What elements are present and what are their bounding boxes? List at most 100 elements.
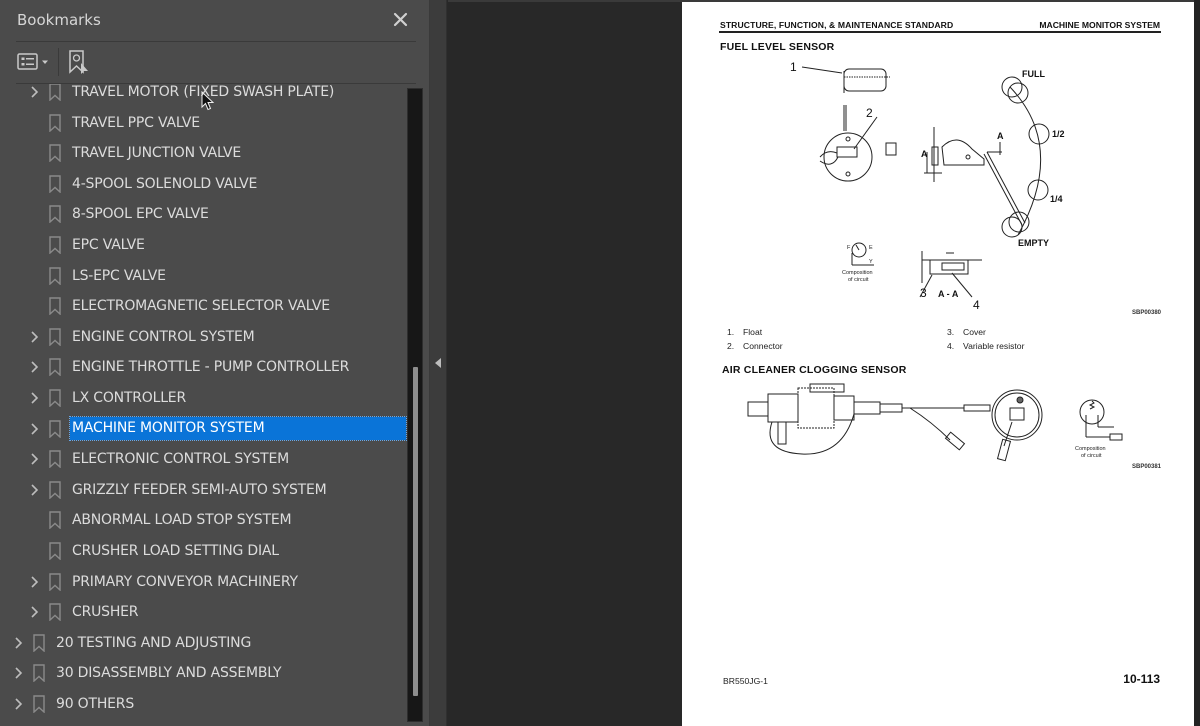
bookmarks-scrollbar[interactable] [407, 88, 423, 722]
circuit-caption: Composition [1075, 446, 1106, 452]
bookmark-item[interactable]: PRIMARY CONVEYOR MACHINERY [0, 568, 407, 596]
bookmarks-toolbar [0, 42, 430, 111]
document-view: STRUCTURE, FUNCTION, & MAINTENANCE STAND… [448, 0, 1200, 726]
bookmark-icon [33, 664, 45, 683]
bookmark-label: 90 OTHERS [56, 696, 135, 712]
bookmark-item[interactable]: EPC VALVE [0, 231, 407, 259]
chevron-right-icon[interactable] [30, 85, 40, 99]
callout-4: 4 [973, 298, 980, 312]
bookmark-label: PRIMARY CONVEYOR MACHINERY [72, 573, 298, 590]
bookmark-item[interactable]: 20 TESTING AND ADJUSTING [0, 629, 407, 657]
bookmark-label: LX CONTROLLER [72, 390, 186, 406]
bookmark-label: 20 TESTING AND ADJUSTING [56, 634, 252, 651]
bookmark-item[interactable]: ENGINE CONTROL SYSTEM [0, 323, 407, 351]
bookmark-item[interactable]: LX CONTROLLER [0, 384, 407, 412]
bookmark-item[interactable]: TRAVEL PPC VALVE [0, 109, 407, 137]
bookmark-icon [33, 634, 45, 652]
callout-2: 2 [866, 106, 873, 120]
page-number: 10-113 [1123, 672, 1160, 686]
circuit-caption: of circuit [1081, 453, 1102, 459]
bookmark-item[interactable]: ABNORMAL LOAD STOP SYSTEM [0, 506, 407, 534]
bookmark-label: 4-SPOOL SOLENOLD VALVE [72, 175, 258, 192]
bookmark-item[interactable]: MACHINE MONITOR SYSTEM [0, 415, 407, 443]
options-menu-button[interactable] [17, 51, 51, 73]
bookmark-item[interactable]: ELECTROMAGNETIC SELECTOR VALVE [0, 292, 407, 320]
chevron-right-icon[interactable] [30, 605, 40, 619]
legend-text: Connector [743, 341, 783, 351]
bookmark-icon [49, 450, 61, 469]
bookmark-label: CRUSHER LOAD SETTING DIAL [72, 543, 279, 559]
bookmark-icon [49, 481, 61, 499]
bookmark-item[interactable]: 4-SPOOL SOLENOLD VALVE [0, 170, 407, 198]
bookmark-item[interactable]: CRUSHER [0, 598, 407, 626]
bookmark-label: ENGINE CONTROL SYSTEM [72, 328, 255, 345]
pdf-viewer: Bookmarks TRAVEL MOTOR (FIXED SWASH PLAT… [0, 0, 1200, 726]
bookmark-label: ABNORMAL LOAD STOP SYSTEM [72, 512, 292, 529]
bookmark-label: ELECTROMAGNETIC SELECTOR VALVE [72, 298, 330, 315]
fuel-level-sensor-diagram: 1 2 3 4 A A FULL 1/2 1/4 EMPTY A - A F E [790, 60, 1065, 312]
chevron-right-icon[interactable] [14, 697, 24, 711]
section-mark: A [921, 149, 928, 159]
figure-code: SBP00380 [1132, 310, 1162, 316]
bookmark-label: 30 DISASSEMBLY AND ASSEMBLY [56, 665, 282, 682]
page-header-right: MACHINE MONITOR SYSTEM [1039, 20, 1160, 30]
bookmark-item[interactable]: TRAVEL JUNCTION VALVE [0, 139, 407, 167]
bookmark-item[interactable]: ENGINE THROTTLE - PUMP CONTROLLER [0, 353, 407, 381]
bookmark-icon [49, 205, 61, 224]
gauge-label-quarter: 1/4 [1050, 194, 1063, 204]
bookmark-icon [49, 572, 61, 591]
chevron-right-icon[interactable] [30, 575, 40, 589]
chevron-right-icon[interactable] [30, 391, 40, 405]
legend-num: 2. [727, 341, 735, 351]
bookmark-icon [49, 266, 61, 285]
find-current-bookmark-button[interactable] [68, 49, 90, 75]
bookmark-item[interactable]: ELECTRONIC CONTROL SYSTEM [0, 445, 407, 473]
bookmarks-panel: Bookmarks TRAVEL MOTOR (FIXED SWASH PLAT… [0, 0, 430, 726]
bookmark-item[interactable]: CRUSHER LOAD SETTING DIAL [0, 537, 407, 565]
section-title-air-cleaner-clogging-sensor: AIR CLEANER CLOGGING SENSOR [722, 364, 907, 376]
chevron-right-icon[interactable] [30, 422, 40, 436]
callout-1: 1 [790, 60, 797, 74]
bookmark-item[interactable]: TRAVEL MOTOR (FIXED SWASH PLATE) [0, 84, 407, 106]
document-scrollbar-edge [1194, 0, 1200, 726]
circuit-caption: of circuit [848, 277, 869, 283]
page-header-left: STRUCTURE, FUNCTION, & MAINTENANCE STAND… [720, 20, 954, 30]
chevron-right-icon[interactable] [30, 452, 40, 466]
bookmark-item[interactable]: 90 OTHERS [0, 690, 407, 718]
panel-title: Bookmarks [17, 11, 101, 29]
bookmark-icon [49, 297, 61, 316]
section-title-fuel-level-sensor: FUEL LEVEL SENSOR [720, 41, 835, 53]
legend-item: 3. Cover [947, 327, 986, 337]
bookmark-item[interactable]: 8-SPOOL EPC VALVE [0, 200, 407, 228]
bookmark-icon [49, 328, 61, 346]
bookmark-tree: TRAVEL MOTOR (FIXED SWASH PLATE) TRAVEL P… [0, 84, 407, 726]
list-options-icon [17, 53, 48, 70]
callout-3: 3 [920, 286, 927, 300]
bookmark-item[interactable]: GRIZZLY FEEDER SEMI-AUTO SYSTEM [0, 476, 407, 504]
bookmarks-header: Bookmarks [0, 0, 430, 42]
bookmark-icon [49, 389, 61, 407]
scrollbar-thumb[interactable] [413, 367, 418, 696]
page-footer-model: BR550JG-1 [723, 676, 768, 686]
legend-text: Float [743, 327, 763, 337]
close-panel-button[interactable] [390, 9, 412, 31]
chevron-right-icon[interactable] [30, 360, 40, 374]
bookmark-label: ENGINE THROTTLE - PUMP CONTROLLER [72, 359, 350, 376]
panel-splitter[interactable] [430, 0, 447, 726]
chevron-right-icon[interactable] [14, 666, 24, 680]
bookmark-item[interactable]: LS-EPC VALVE [0, 262, 407, 290]
collapse-left-arrow-icon[interactable] [434, 357, 442, 369]
chevron-right-icon[interactable] [30, 330, 40, 344]
bookmark-item[interactable]: 30 DISASSEMBLY AND ASSEMBLY [0, 659, 407, 687]
bookmark-icon [49, 113, 61, 132]
bookmark-icon [49, 511, 61, 530]
chevron-right-icon[interactable] [14, 636, 24, 650]
chevron-right-icon[interactable] [30, 483, 40, 497]
gauge-label-empty: EMPTY [1018, 238, 1049, 248]
section-mark: A [997, 131, 1004, 141]
gauge-label-half: 1/2 [1052, 129, 1065, 139]
bookmark-icon [49, 175, 61, 193]
legend-text: Variable resistor [963, 341, 1025, 351]
legend-item: 1. Float [727, 327, 762, 337]
gauge-label-full: FULL [1022, 69, 1045, 79]
